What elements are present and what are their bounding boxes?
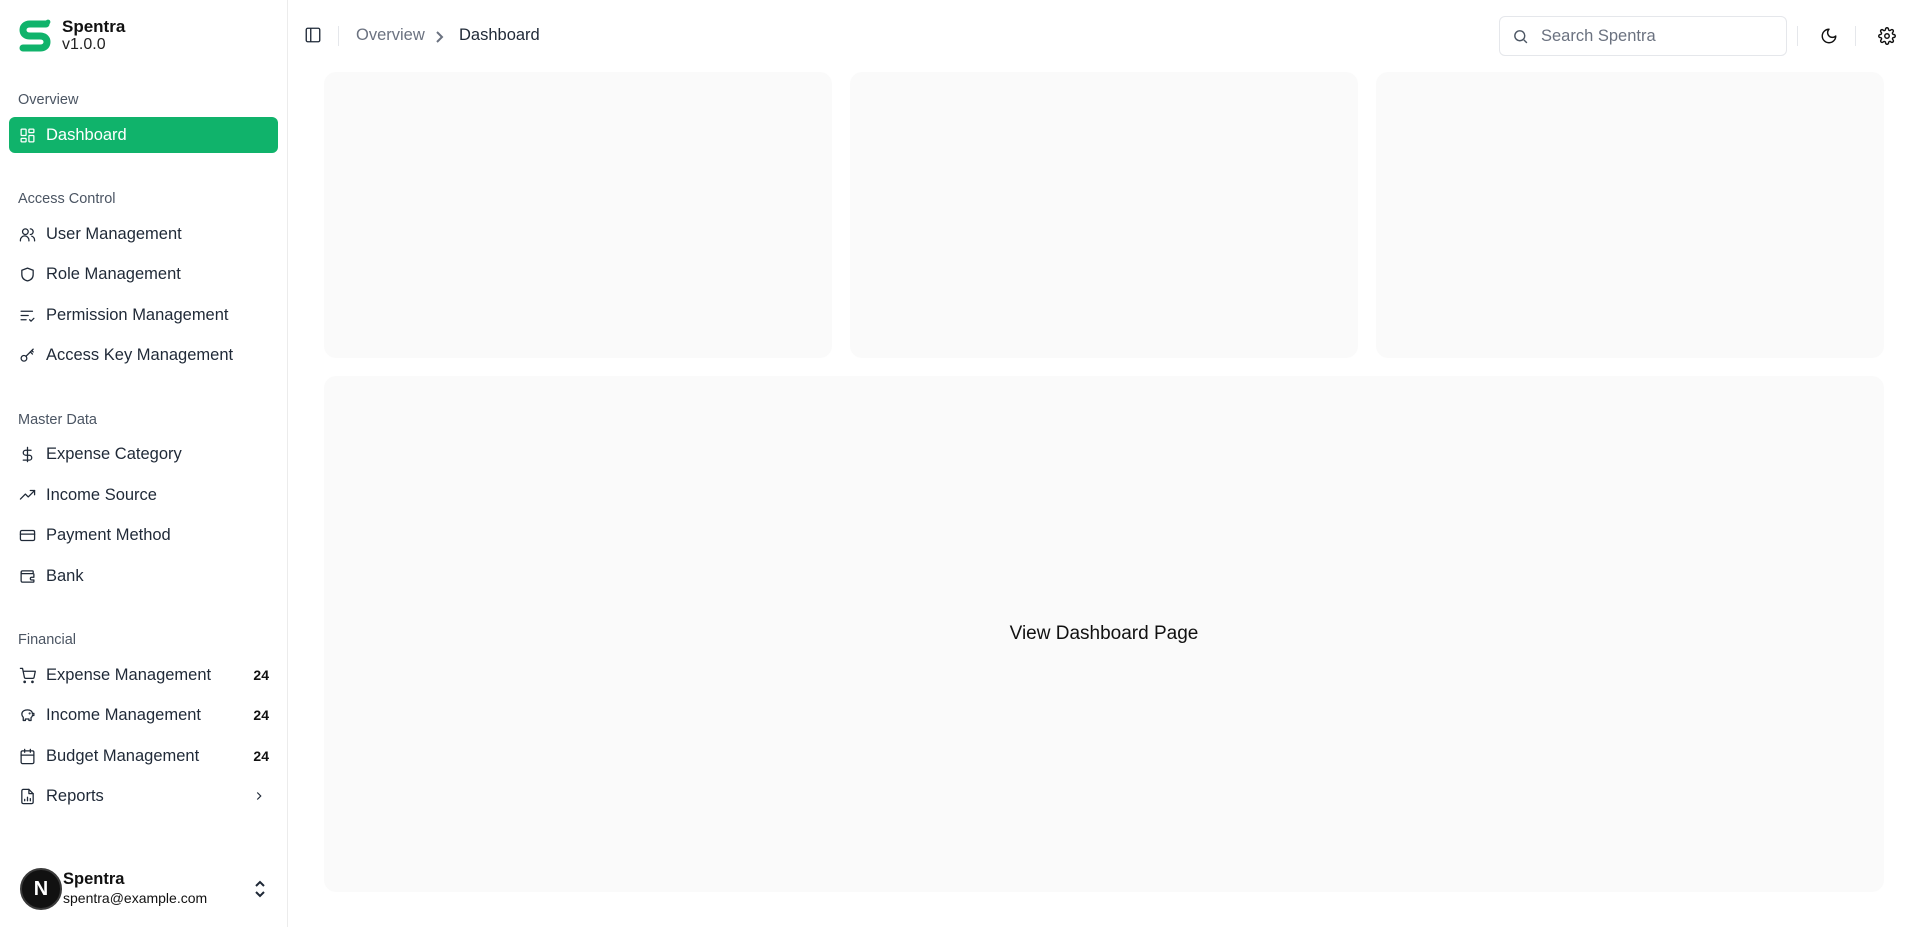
sidebar-item-label: Dashboard xyxy=(46,125,127,144)
key-icon xyxy=(18,346,36,364)
sidebar: Spentra v1.0.0 Overview Dashboard Access… xyxy=(0,0,288,927)
dashboard-icon xyxy=(18,126,36,144)
piggy-bank-icon xyxy=(18,706,36,724)
user-email: spentra@example.com xyxy=(63,890,208,906)
breadcrumb-overview[interactable]: Overview xyxy=(356,26,425,45)
count-badge: 24 xyxy=(253,707,269,723)
sidebar-item-label: Expense Category xyxy=(46,444,182,463)
theme-toggle-button[interactable] xyxy=(1817,24,1841,48)
sidebar-item-bank[interactable]: Bank xyxy=(9,558,278,594)
sidebar-item-label: User Management xyxy=(46,224,182,243)
avatar: N xyxy=(20,868,62,910)
chevrons-up-down-icon[interactable] xyxy=(252,879,268,904)
brand-name: Spentra xyxy=(62,17,126,36)
search-input[interactable] xyxy=(1541,26,1761,46)
sidebar-toggle-button[interactable] xyxy=(304,26,324,46)
user-menu[interactable]: N Spentra spentra@example.com xyxy=(20,865,270,913)
count-badge: 24 xyxy=(253,748,269,764)
sidebar-item-income-source[interactable]: Income Source xyxy=(9,477,278,513)
credit-card-icon xyxy=(18,526,36,544)
shield-icon xyxy=(18,265,36,283)
sidebar-item-user-management[interactable]: User Management xyxy=(9,216,278,252)
group-label-financial: Financial xyxy=(18,632,77,648)
sidebar-item-payment-method[interactable]: Payment Method xyxy=(9,517,278,553)
trending-up-icon xyxy=(18,486,36,504)
sidebar-item-label: Bank xyxy=(46,566,84,585)
user-name: Spentra xyxy=(63,870,125,888)
dashboard-content-panel: View Dashboard Page xyxy=(324,376,1884,892)
count-badge: 24 xyxy=(253,667,269,683)
shopping-cart-icon xyxy=(18,666,36,684)
sidebar-item-income-management[interactable]: Income Management 24 xyxy=(9,697,278,733)
search-box[interactable] xyxy=(1499,16,1787,56)
group-label-access-control: Access Control xyxy=(18,191,116,207)
dollar-icon xyxy=(18,445,36,463)
gear-icon xyxy=(1878,27,1896,45)
panel-left-icon xyxy=(305,27,321,43)
content-label: View Dashboard Page xyxy=(1009,623,1199,644)
sidebar-item-label: Role Management xyxy=(46,264,181,283)
list-check-icon xyxy=(18,306,36,324)
breadcrumb-separator-icon xyxy=(434,29,446,49)
sidebar-item-role-management[interactable]: Role Management xyxy=(9,256,278,292)
sidebar-item-label: Income Management xyxy=(46,705,202,724)
chevron-right-icon xyxy=(252,789,266,803)
settings-button[interactable] xyxy=(1875,24,1899,48)
stat-card-1 xyxy=(324,72,832,358)
brand[interactable]: Spentra v1.0.0 xyxy=(18,18,125,54)
stat-card-3 xyxy=(1376,72,1884,358)
divider xyxy=(1797,26,1798,46)
sidebar-item-permission-management[interactable]: Permission Management xyxy=(9,297,278,333)
sidebar-item-label: Budget Management xyxy=(46,746,200,765)
sidebar-item-reports[interactable]: Reports xyxy=(9,778,278,814)
app-root: Spentra v1.0.0 Overview Dashboard Access… xyxy=(0,0,1918,927)
users-icon xyxy=(18,225,36,243)
sidebar-item-label: Income Source xyxy=(46,485,157,504)
topbar: Overview Dashboard xyxy=(288,0,1918,72)
calendar-icon xyxy=(18,747,36,765)
sidebar-item-label: Expense Management xyxy=(46,665,212,684)
sidebar-item-label: Permission Management xyxy=(46,305,229,324)
search-icon xyxy=(1514,29,1528,43)
file-chart-icon xyxy=(18,787,36,805)
user-info: Spentra spentra@example.com xyxy=(63,870,207,908)
brand-version: v1.0.0 xyxy=(62,36,106,53)
group-label-master-data: Master Data xyxy=(18,412,97,428)
sidebar-item-label: Payment Method xyxy=(46,525,171,544)
divider xyxy=(338,26,339,46)
group-label-overview: Overview xyxy=(18,92,79,108)
sidebar-item-label: Access Key Management xyxy=(46,345,234,364)
stat-card-2 xyxy=(850,72,1358,358)
brand-text: Spentra v1.0.0 xyxy=(62,18,125,54)
sidebar-item-access-key-management[interactable]: Access Key Management xyxy=(9,337,278,373)
moon-icon xyxy=(1821,28,1837,44)
sidebar-item-budget-management[interactable]: Budget Management 24 xyxy=(9,738,278,774)
wallet-icon xyxy=(18,567,36,585)
sidebar-item-expense-category[interactable]: Expense Category xyxy=(9,436,278,472)
breadcrumb-dashboard: Dashboard xyxy=(459,26,540,44)
divider xyxy=(1855,26,1856,46)
sidebar-item-dashboard[interactable]: Dashboard xyxy=(9,117,278,153)
brand-logo-icon xyxy=(19,19,51,52)
sidebar-item-expense-management[interactable]: Expense Management 24 xyxy=(9,657,278,693)
main-content: Overview Dashboard View Dashboard Page xyxy=(288,0,1918,927)
sidebar-item-label: Reports xyxy=(46,786,104,805)
